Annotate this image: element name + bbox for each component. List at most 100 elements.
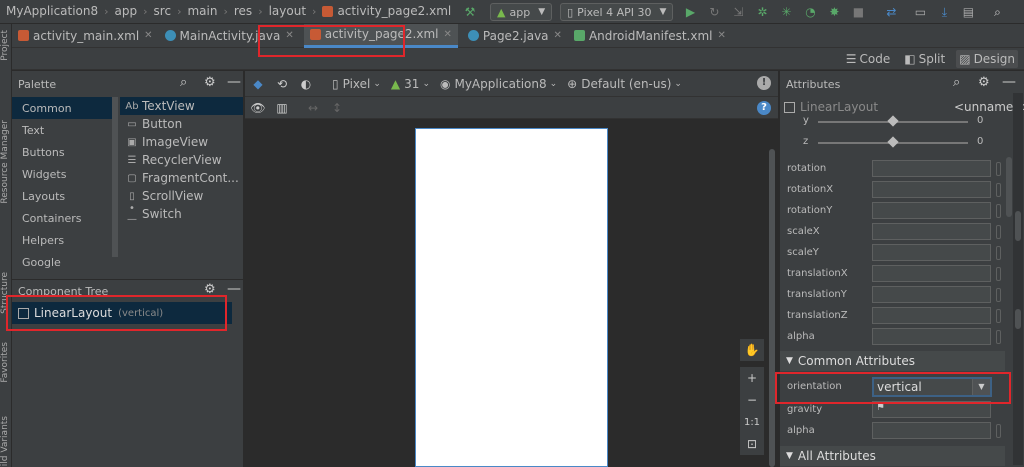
close-icon[interactable]: ✕	[285, 30, 293, 41]
tab-android-manifest[interactable]: AndroidManifest.xml ✕	[568, 24, 732, 48]
palette-category-text[interactable]: Text	[12, 119, 112, 141]
run-config-select[interactable]: ▲ app ▼	[490, 3, 553, 21]
attribute-value-field[interactable]	[872, 401, 991, 418]
gear-icon[interactable]: ⚙	[204, 282, 216, 297]
common-attributes-section[interactable]: ▼ Common Attributes	[780, 351, 1005, 371]
sdk-manager-icon[interactable]: ⤓	[937, 5, 951, 19]
resource-picker-icon[interactable]	[996, 204, 1001, 218]
palette-widget[interactable]: •— Switch	[125, 203, 243, 225]
palette-category-common[interactable]: Common	[12, 97, 112, 119]
palette-widget[interactable]: ☰ RecyclerView	[125, 151, 243, 169]
blueprint-icon[interactable]: ▥	[275, 101, 289, 115]
device-manager-icon[interactable]: ▭	[913, 5, 927, 19]
search-icon[interactable]: ⌕	[990, 5, 1004, 19]
theme-select[interactable]: ◉ MyApplication8 ⌄	[440, 77, 557, 91]
palette-category-helpers[interactable]: Helpers	[12, 229, 112, 251]
tab-activity-page2[interactable]: activity_page2.xml ✕	[303, 23, 458, 48]
all-attributes-section[interactable]: ▼ All Attributes	[780, 446, 1005, 466]
vertical-resize-icon[interactable]: ↕	[330, 101, 344, 115]
help-icon[interactable]: ?	[757, 101, 771, 115]
layout-preview-canvas[interactable]	[415, 128, 608, 467]
debug-icon[interactable]: ✲	[755, 5, 769, 19]
palette-widget[interactable]: ▢ FragmentCont...	[125, 169, 243, 187]
run-icon[interactable]: ▶	[683, 5, 697, 19]
resource-picker-icon[interactable]	[996, 288, 1001, 302]
attribute-value-field[interactable]	[872, 160, 991, 177]
attribute-value-field[interactable]	[872, 223, 991, 240]
night-mode-icon[interactable]: ◐	[299, 77, 313, 91]
breadcrumb-main[interactable]: main	[187, 4, 217, 18]
locale-select[interactable]: ⊕ Default (en-us) ⌄	[567, 77, 682, 91]
minimize-icon[interactable]: —	[227, 74, 241, 90]
palette-widget[interactable]: ▭ Button	[125, 115, 243, 133]
zoom-actual-size-button[interactable]: 1:1	[740, 411, 764, 433]
search-icon[interactable]: ⌕	[953, 75, 960, 90]
code-mode-button[interactable]: ☰ Code	[843, 50, 894, 68]
gear-icon[interactable]: ⚙	[978, 75, 990, 90]
project-tool-tab[interactable]: Project	[0, 30, 12, 61]
breadcrumb-app[interactable]: app	[115, 4, 138, 18]
favorites-tool-tab[interactable]: Favorites	[0, 342, 12, 383]
breadcrumb-src[interactable]: src	[154, 4, 172, 18]
attributes-outer-scrollbar[interactable]	[1015, 211, 1021, 241]
close-icon[interactable]: ✕	[554, 30, 562, 41]
breadcrumb-layout[interactable]: layout	[269, 4, 306, 18]
split-mode-button[interactable]: ◧ Split	[901, 50, 948, 68]
attributes-outer-scrollbar-2[interactable]	[1015, 309, 1021, 329]
structure-tool-tab[interactable]: Structure	[0, 272, 12, 314]
tab-main-activity[interactable]: MainActivity.java ✕	[159, 24, 300, 48]
breadcrumb-file[interactable]: activity_page2.xml	[337, 4, 451, 18]
device-preview-select[interactable]: ▯ Pixel ⌄	[332, 77, 381, 91]
attribute-value-field[interactable]	[872, 422, 991, 439]
tab-activity-main[interactable]: activity_main.xml ✕	[12, 24, 159, 48]
resource-manager-tool-tab[interactable]: Resource Manager	[0, 120, 12, 204]
orientation-dropdown[interactable]: vertical ▼	[872, 377, 992, 397]
attribute-value-field[interactable]	[872, 181, 991, 198]
device-select[interactable]: ▯ Pixel 4 API 30 ▼	[560, 3, 674, 21]
design-view-icon[interactable]: ◆	[251, 77, 265, 91]
attribute-value-field[interactable]	[872, 286, 991, 303]
sync-icon[interactable]: ⇄	[884, 5, 898, 19]
zoom-fit-icon[interactable]: ⊡	[740, 433, 764, 455]
warning-icon[interactable]: !	[757, 76, 771, 90]
attribute-value-field[interactable]	[872, 265, 991, 282]
zoom-out-icon[interactable]: −	[740, 389, 764, 411]
palette-category-buttons[interactable]: Buttons	[12, 141, 112, 163]
attribute-value-field[interactable]	[872, 307, 991, 324]
stop-icon[interactable]: ■	[851, 5, 865, 19]
resource-picker-icon[interactable]	[996, 267, 1001, 281]
palette-scrollbar[interactable]	[112, 97, 118, 257]
breadcrumb-project[interactable]: MyApplication8	[6, 4, 98, 18]
resource-picker-icon[interactable]	[996, 225, 1001, 239]
api-level-select[interactable]: ▲ 31 ⌄	[391, 77, 430, 91]
rerun-icon[interactable]: ↻	[707, 5, 721, 19]
zoom-in-icon[interactable]: +	[740, 367, 764, 389]
palette-category-containers[interactable]: Containers	[12, 207, 112, 229]
palette-widget[interactable]: ▯ ScrollView	[125, 187, 243, 205]
resource-picker-icon[interactable]	[996, 183, 1001, 197]
palette-category-layouts[interactable]: Layouts	[12, 185, 112, 207]
flag-icon[interactable]: ⚑	[876, 402, 885, 413]
close-icon[interactable]: ✕	[717, 30, 725, 41]
palette-widget[interactable]: ▣ ImageView	[125, 133, 243, 151]
slider-thumb[interactable]	[887, 136, 899, 148]
pan-icon[interactable]: ✋	[740, 339, 764, 361]
tree-node-linearlayout[interactable]: LinearLayout (vertical)	[12, 302, 232, 324]
orientation-icon[interactable]: ⟲	[275, 77, 289, 91]
slider-thumb[interactable]	[887, 115, 899, 127]
design-scrollbar[interactable]	[769, 149, 775, 467]
palette-category-widgets[interactable]: Widgets	[12, 163, 112, 185]
design-mode-button[interactable]: ▨ Design	[956, 49, 1018, 68]
resource-picker-icon[interactable]	[996, 424, 1001, 438]
close-icon[interactable]: ✕	[444, 29, 452, 40]
hammer-icon[interactable]: ⚒	[463, 5, 477, 19]
minimize-icon[interactable]: —	[1002, 74, 1016, 90]
minimize-icon[interactable]: —	[227, 281, 241, 297]
palette-category-google[interactable]: Google	[12, 251, 112, 273]
resource-picker-icon[interactable]	[996, 330, 1001, 344]
attributes-scrollbar[interactable]	[1006, 157, 1012, 217]
close-icon[interactable]: ✕	[144, 30, 152, 41]
attribute-value-field[interactable]	[872, 328, 991, 345]
profile-icon[interactable]: ◔	[803, 5, 817, 19]
layout-inspector-icon[interactable]: ▤	[961, 5, 975, 19]
